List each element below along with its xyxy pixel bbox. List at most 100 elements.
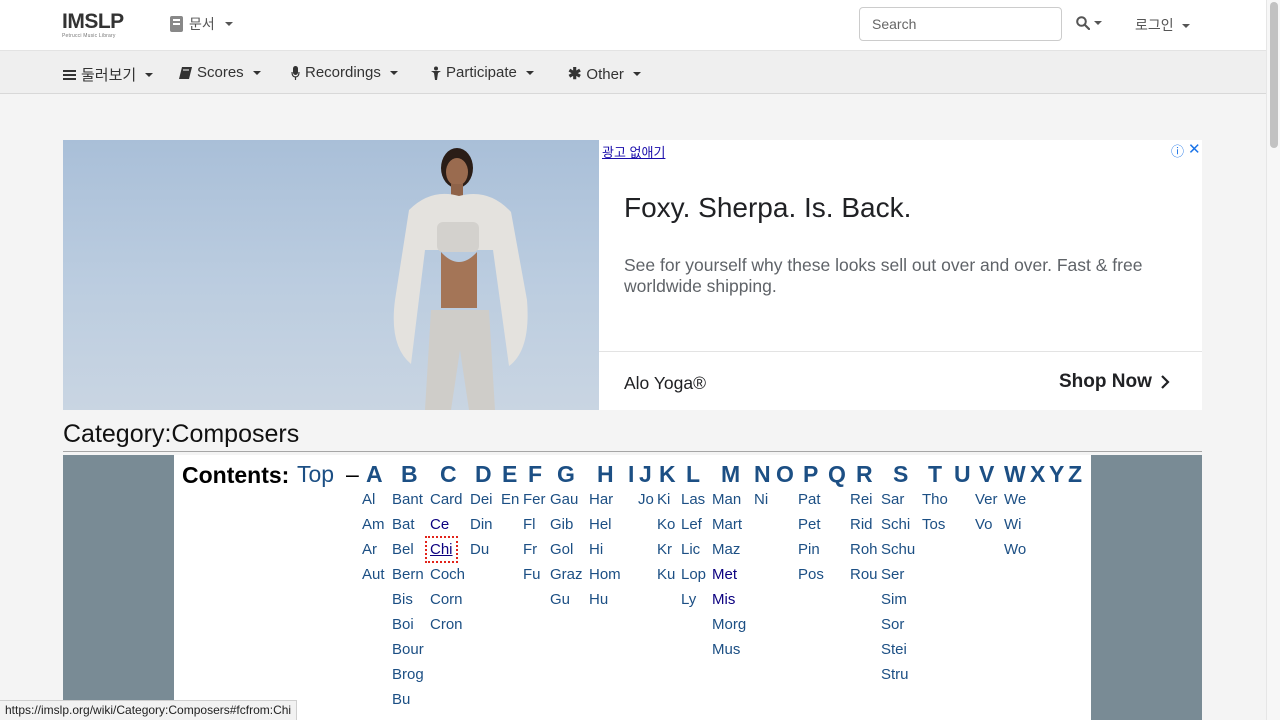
contents-link-kr[interactable]: Kr (657, 541, 672, 558)
ad-headline[interactable]: Foxy. Sherpa. Is. Back. (624, 192, 911, 224)
contents-link-gol[interactable]: Gol (550, 541, 573, 558)
contents-link-ku[interactable]: Ku (657, 566, 675, 583)
ad-image[interactable] (63, 140, 599, 410)
contents-link-rei[interactable]: Rei (850, 491, 873, 508)
contents-link-bis[interactable]: Bis (392, 591, 413, 608)
ad-body-text[interactable]: See for yourself why these looks sell ou… (624, 255, 1184, 297)
contents-letter-x[interactable]: X (1030, 461, 1045, 488)
contents-letter-h[interactable]: H (597, 461, 614, 488)
remove-ads-link[interactable]: 광고 없애기 (602, 142, 665, 161)
contents-link-ki[interactable]: Ki (657, 491, 670, 508)
contents-link-fu[interactable]: Fu (523, 566, 541, 583)
contents-link-ser[interactable]: Ser (881, 566, 904, 583)
contents-link-hel[interactable]: Hel (589, 516, 612, 533)
search-button[interactable] (1076, 16, 1102, 30)
contents-link-man[interactable]: Man (712, 491, 741, 508)
contents-link-hi[interactable]: Hi (589, 541, 603, 558)
contents-link-pet[interactable]: Pet (798, 516, 821, 533)
contents-link-wi[interactable]: Wi (1004, 516, 1022, 533)
ad-shop-now-button[interactable]: Shop Now (1059, 371, 1170, 393)
contents-link-lop[interactable]: Lop (681, 566, 706, 583)
contents-link-graz[interactable]: Graz (550, 566, 583, 583)
contents-link-fr[interactable]: Fr (523, 541, 537, 558)
contents-link-bant[interactable]: Bant (392, 491, 423, 508)
nav-other[interactable]: ✱ Other (568, 64, 641, 84)
contents-link-ver[interactable]: Ver (975, 491, 998, 508)
contents-link-cron[interactable]: Cron (430, 616, 463, 633)
contents-letter-t[interactable]: T (928, 461, 942, 488)
contents-link-morg[interactable]: Morg (712, 616, 746, 633)
ad-info-icon[interactable]: ⓘ (1171, 141, 1184, 160)
contents-link-bern[interactable]: Bern (392, 566, 424, 583)
contents-letter-g[interactable]: G (557, 461, 575, 488)
contents-link-bu[interactable]: Bu (392, 691, 410, 708)
contents-link-gau[interactable]: Gau (550, 491, 578, 508)
nav-participate[interactable]: Participate (431, 64, 534, 81)
contents-link-pat[interactable]: Pat (798, 491, 821, 508)
contents-link-al[interactable]: Al (362, 491, 375, 508)
nav-browse[interactable]: 둘러보기 (63, 64, 154, 85)
contents-link-gu[interactable]: Gu (550, 591, 570, 608)
contents-letter-z[interactable]: Z (1068, 461, 1082, 488)
search-input[interactable] (859, 7, 1062, 41)
contents-link-rou[interactable]: Rou (850, 566, 878, 583)
contents-link-en[interactable]: En (501, 491, 519, 508)
contents-link-bel[interactable]: Bel (392, 541, 414, 558)
contents-letter-j[interactable]: J (639, 461, 652, 488)
contents-link-mart[interactable]: Mart (712, 516, 742, 533)
advertisement[interactable]: 광고 없애기 ⓘ ✕ Foxy. Sherpa. Is. Back. See f… (63, 140, 1202, 410)
contents-link-mis[interactable]: Mis (712, 591, 735, 608)
contents-link-boi[interactable]: Boi (392, 616, 414, 633)
contents-link-brog[interactable]: Brog (392, 666, 424, 683)
contents-letter-n[interactable]: N (754, 461, 771, 488)
contents-letter-m[interactable]: M (721, 461, 740, 488)
contents-link-ar[interactable]: Ar (362, 541, 377, 558)
contents-letter-c[interactable]: C (440, 461, 457, 488)
contents-link-met[interactable]: Met (712, 566, 737, 583)
contents-link-las[interactable]: Las (681, 491, 705, 508)
contents-letter-d[interactable]: D (475, 461, 492, 488)
contents-letter-b[interactable]: B (401, 461, 418, 488)
contents-letter-l[interactable]: L (686, 461, 700, 488)
contents-link-bat[interactable]: Bat (392, 516, 415, 533)
contents-link-fl[interactable]: Fl (523, 516, 536, 533)
login-menu[interactable]: 로그인 (1135, 15, 1190, 35)
contents-link-coch[interactable]: Coch (430, 566, 465, 583)
contents-letter-y[interactable]: Y (1049, 461, 1064, 488)
scrollbar-thumb[interactable] (1270, 2, 1278, 148)
contents-letter-p[interactable]: P (803, 461, 818, 488)
contents-link-sar[interactable]: Sar (881, 491, 904, 508)
contents-link-ko[interactable]: Ko (657, 516, 675, 533)
imslp-logo[interactable]: IMSLP Petrucci Music Library (62, 11, 134, 41)
contents-link-corn[interactable]: Corn (430, 591, 463, 608)
contents-link-gib[interactable]: Gib (550, 516, 573, 533)
contents-link-aut[interactable]: Aut (362, 566, 385, 583)
ad-brand[interactable]: Alo Yoga® (624, 373, 706, 394)
contents-link-card[interactable]: Card (430, 491, 463, 508)
contents-letter-o[interactable]: O (776, 461, 794, 488)
contents-link-schu[interactable]: Schu (881, 541, 915, 558)
nav-scores[interactable]: Scores (179, 64, 261, 81)
contents-link-hu[interactable]: Hu (589, 591, 608, 608)
contents-link-bour[interactable]: Bour (392, 641, 424, 658)
contents-link-tos[interactable]: Tos (922, 516, 945, 533)
contents-link-maz[interactable]: Maz (712, 541, 740, 558)
contents-link-ce[interactable]: Ce (430, 516, 449, 533)
contents-letter-u[interactable]: U (954, 461, 971, 488)
contents-link-dei[interactable]: Dei (470, 491, 493, 508)
contents-link-rid[interactable]: Rid (850, 516, 873, 533)
contents-link-lef[interactable]: Lef (681, 516, 702, 533)
contents-link-ly[interactable]: Ly (681, 591, 696, 608)
contents-link-hom[interactable]: Hom (589, 566, 621, 583)
contents-link-tho[interactable]: Tho (922, 491, 948, 508)
contents-link-am[interactable]: Am (362, 516, 385, 533)
contents-top-link[interactable]: Top (297, 461, 334, 488)
contents-link-fer[interactable]: Fer (523, 491, 546, 508)
contents-link-din[interactable]: Din (470, 516, 493, 533)
contents-letter-r[interactable]: R (856, 461, 873, 488)
contents-link-stei[interactable]: Stei (881, 641, 907, 658)
contents-link-schi[interactable]: Schi (881, 516, 910, 533)
contents-link-wo[interactable]: Wo (1004, 541, 1026, 558)
contents-link-lic[interactable]: Lic (681, 541, 700, 558)
contents-link-roh[interactable]: Roh (850, 541, 878, 558)
